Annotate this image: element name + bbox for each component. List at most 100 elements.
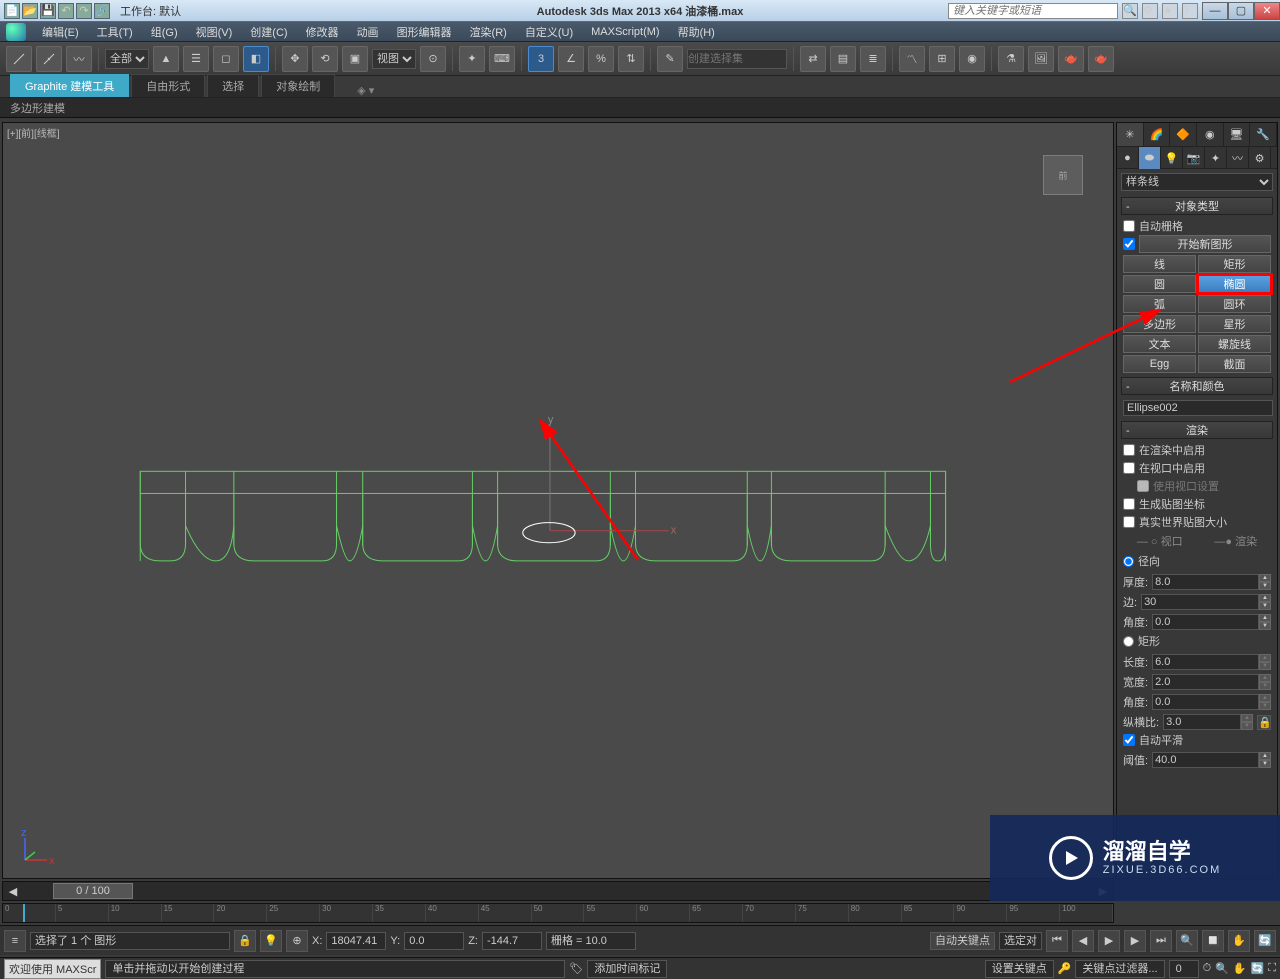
move-icon[interactable]: ✥ [282, 46, 308, 72]
shape-text-button[interactable]: 文本 [1123, 335, 1196, 353]
goto-end-icon[interactable]: ⏭ [1150, 930, 1172, 952]
select-link-icon[interactable] [6, 46, 32, 72]
viewcube[interactable]: 前 [1043, 155, 1083, 195]
panel-tab-utilities-icon[interactable]: 🔧 [1250, 123, 1277, 146]
rollout-render[interactable]: 渲染 [1121, 421, 1273, 439]
use-center-icon[interactable]: ⊙ [420, 46, 446, 72]
search-icon[interactable]: 🔍 [1122, 3, 1138, 19]
threshold-input[interactable] [1152, 752, 1259, 768]
track-bar[interactable]: 0510152025303540455055606570758085909510… [2, 903, 1114, 923]
time-tag-icon[interactable]: 🏷 [569, 962, 583, 975]
key-mode-icon[interactable]: 🔑 [1058, 962, 1072, 975]
render-prod-icon[interactable]: 🫖 [1088, 46, 1114, 72]
select-manipulate-icon[interactable]: ✦ [459, 46, 485, 72]
maximize-button[interactable]: ▢ [1228, 2, 1254, 20]
start-new-shape-checkbox[interactable] [1123, 238, 1135, 250]
goto-start-icon[interactable]: ⏮ [1046, 930, 1068, 952]
save-icon[interactable]: 💾 [40, 3, 56, 19]
bind-spacewarp-icon[interactable]: 〰 [66, 46, 92, 72]
viewport-nav-6-icon[interactable]: ✋ [1233, 962, 1247, 975]
menu-animation[interactable]: 动画 [349, 22, 387, 42]
real-world-checkbox[interactable] [1123, 516, 1135, 528]
render-setup-icon[interactable]: ⚗ [998, 46, 1024, 72]
help-icon[interactable]: ? [1182, 3, 1198, 19]
curve-editor-icon[interactable]: 〽 [899, 46, 925, 72]
shape-helix-button[interactable]: 螺旋线 [1198, 335, 1271, 353]
select-object-icon[interactable]: ▲ [153, 46, 179, 72]
next-frame-icon[interactable]: ▶ [1124, 930, 1146, 952]
window-crossing-icon[interactable]: ◧ [243, 46, 269, 72]
render-frame-icon[interactable]: 🖼 [1028, 46, 1054, 72]
time-config-icon[interactable]: ⏱ [1203, 962, 1212, 975]
frame-input[interactable]: 0 [1169, 960, 1199, 978]
favorites-icon[interactable]: ★ [1162, 3, 1178, 19]
menu-maxscript[interactable]: MAXScript(M) [583, 24, 667, 40]
unlink-icon[interactable] [36, 46, 62, 72]
create-lights-icon[interactable]: 💡 [1161, 147, 1183, 169]
viewport-nav-3-icon[interactable]: ✋ [1228, 930, 1250, 952]
z-coord[interactable]: -144.7 [482, 932, 542, 950]
redo-icon[interactable]: ↷ [76, 3, 92, 19]
start-new-shape-button[interactable]: 开始新图形 [1139, 235, 1271, 253]
layer-manager-icon[interactable]: ≣ [860, 46, 886, 72]
prev-frame-icon[interactable]: ◀ [1072, 930, 1094, 952]
key-filter-button[interactable]: 关键点过滤器... [1075, 960, 1164, 978]
time-slider[interactable]: ◀ 0 / 100 ▶ [2, 881, 1114, 901]
auto-grid-checkbox[interactable] [1123, 220, 1135, 232]
menu-modifiers[interactable]: 修改器 [298, 22, 347, 42]
menu-edit[interactable]: 编辑(E) [34, 22, 87, 42]
open-icon[interactable]: 📂 [22, 3, 38, 19]
create-geometry-icon[interactable]: ● [1117, 147, 1139, 169]
aspect-lock-icon[interactable]: 🔒 [1257, 715, 1271, 730]
radial-radio[interactable] [1123, 556, 1134, 567]
panel-tab-motion-icon[interactable]: ◉ [1197, 123, 1224, 146]
spinner-down-icon[interactable]: ▼ [1259, 582, 1271, 590]
timeline-prev-icon[interactable]: ◀ [3, 885, 23, 898]
create-shapes-icon[interactable]: ⬬ [1139, 147, 1161, 169]
shape-line-button[interactable]: 线 [1123, 255, 1196, 273]
lock-selection-icon[interactable]: 🔒 [234, 930, 256, 952]
panel-tab-modify-icon[interactable]: 🌈 [1144, 123, 1171, 146]
ribbon-panel-label[interactable]: 多边形建模 [0, 98, 1280, 118]
viewport-front[interactable]: [+][前][线框] [2, 122, 1114, 879]
spinner-up-icon[interactable]: ▲ [1259, 574, 1271, 582]
material-editor-icon[interactable]: ◉ [959, 46, 985, 72]
selection-filter-select[interactable]: 全部 [105, 49, 149, 69]
align-icon[interactable]: ▤ [830, 46, 856, 72]
isolate-icon[interactable]: 💡 [260, 930, 282, 952]
schematic-view-icon[interactable]: ⊞ [929, 46, 955, 72]
add-time-tag[interactable]: 添加时间标记 [587, 960, 667, 978]
tab-freeform[interactable]: 自由形式 [131, 74, 205, 97]
menu-views[interactable]: 视图(V) [188, 22, 241, 42]
app-logo-icon[interactable] [6, 23, 26, 41]
ref-coord-select[interactable]: 视图 [372, 49, 416, 69]
panel-tab-hierarchy-icon[interactable]: 🔶 [1170, 123, 1197, 146]
viewport-nav-2-icon[interactable]: 🔲 [1202, 930, 1224, 952]
viewport-nav-7-icon[interactable]: 🔄 [1251, 962, 1265, 975]
select-name-icon[interactable]: ☰ [183, 46, 209, 72]
link-icon[interactable]: 🔗 [94, 3, 110, 19]
menu-graph-editors[interactable]: 图形编辑器 [389, 22, 460, 42]
viewport-nav-4-icon[interactable]: 🔄 [1254, 930, 1276, 952]
tab-graphite[interactable]: Graphite 建模工具 [10, 74, 129, 97]
close-button[interactable]: ✕ [1254, 2, 1280, 20]
snap-toggle-icon[interactable]: 3 [528, 46, 554, 72]
gen-map-coords-checkbox[interactable] [1123, 498, 1135, 510]
menu-customize[interactable]: 自定义(U) [517, 22, 581, 42]
create-spacewarps-icon[interactable]: 〰 [1227, 147, 1249, 169]
tab-selection[interactable]: 选择 [207, 74, 259, 97]
create-systems-icon[interactable]: ⚙ [1249, 147, 1271, 169]
autosmooth-checkbox[interactable] [1123, 734, 1135, 746]
shape-section-button[interactable]: 截面 [1198, 355, 1271, 373]
viewport-nav-8-icon[interactable]: ⛶ [1268, 962, 1276, 975]
menu-tools[interactable]: 工具(T) [89, 22, 141, 42]
rectangular-radio[interactable] [1123, 636, 1134, 647]
rotate-icon[interactable]: ⟲ [312, 46, 338, 72]
create-cameras-icon[interactable]: 📷 [1183, 147, 1205, 169]
named-selection-input[interactable] [687, 49, 787, 69]
time-slider-handle[interactable]: 0 / 100 [53, 883, 133, 899]
timeline-next-icon[interactable]: ▶ [1093, 885, 1113, 898]
menu-group[interactable]: 组(G) [143, 22, 186, 42]
coord-display-icon[interactable]: ⊕ [286, 930, 308, 952]
angle-input[interactable] [1152, 614, 1259, 630]
